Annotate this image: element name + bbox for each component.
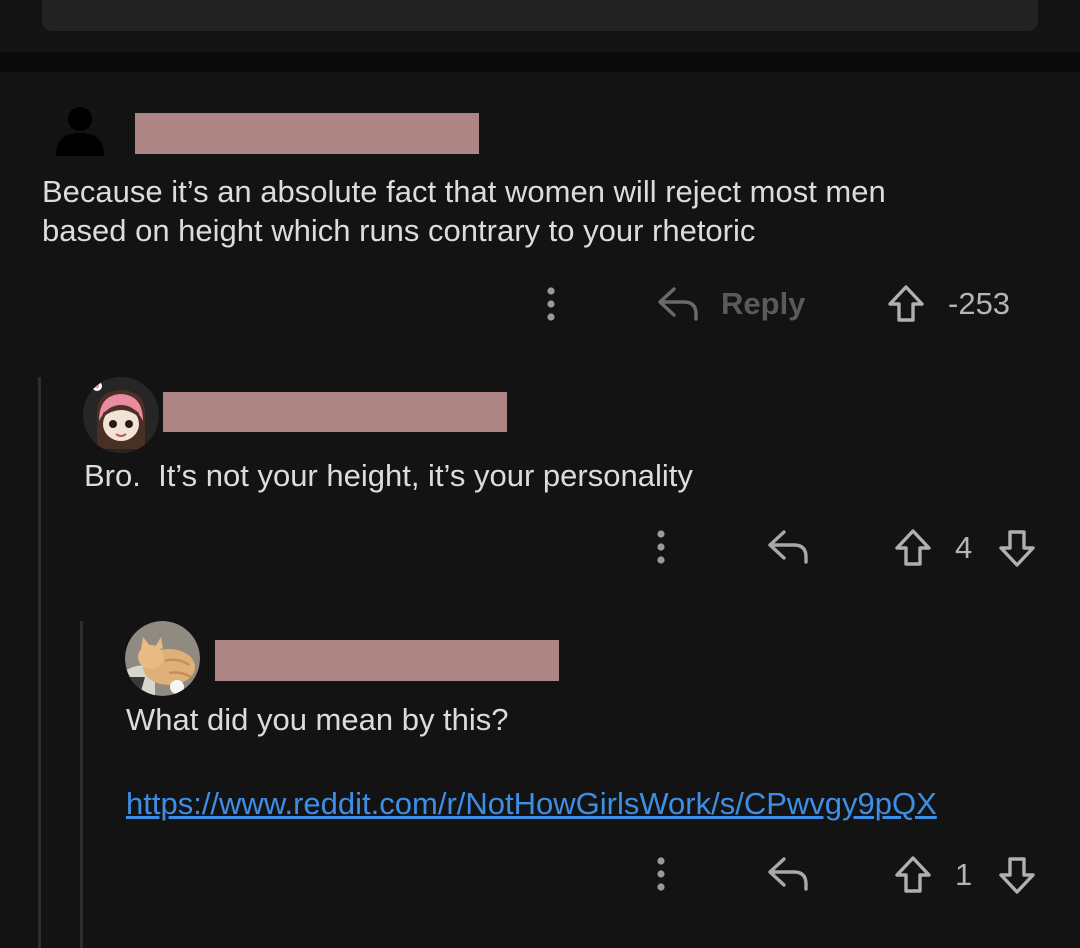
more-options-icon[interactable]: [648, 856, 674, 892]
share-link[interactable]: https://www.reddit.com/r/NotHowGirlsWork…: [126, 784, 937, 823]
vote-score: -253: [948, 286, 1011, 321]
redacted-username[interactable]: [215, 640, 559, 681]
comment-text: Bro. It’s not your height, it’s your per…: [84, 458, 693, 493]
more-options-icon[interactable]: [538, 286, 564, 322]
reply-icon[interactable]: [766, 528, 810, 566]
user-silhouette-icon[interactable]: [54, 104, 106, 156]
upvote-icon[interactable]: [893, 855, 933, 895]
thread-line-level-1[interactable]: [38, 377, 41, 948]
more-options-icon[interactable]: [648, 529, 674, 565]
comment-text: What did you mean by this?: [126, 702, 509, 737]
comment-thread: Because it’s an absolute fact that women…: [0, 0, 1080, 948]
reply-icon[interactable]: [766, 855, 810, 893]
comment-text-line-1: Because it’s an absolute fact that women…: [42, 174, 886, 209]
downvote-icon[interactable]: [997, 528, 1037, 568]
upvote-icon[interactable]: [893, 528, 933, 568]
reply-icon[interactable]: [656, 285, 700, 323]
reply-button[interactable]: Reply: [721, 286, 805, 322]
section-divider: [0, 52, 1080, 72]
vote-score: 1: [955, 857, 973, 892]
vote-score: 4: [955, 530, 973, 565]
downvote-icon[interactable]: [997, 855, 1037, 895]
upvote-icon[interactable]: [886, 284, 926, 324]
cat-avatar-icon[interactable]: [125, 621, 200, 696]
redacted-username[interactable]: [163, 392, 507, 432]
redacted-username[interactable]: [135, 113, 479, 154]
thread-line-level-2[interactable]: [80, 621, 83, 948]
anime-avatar-icon[interactable]: [83, 377, 159, 453]
previous-post-card[interactable]: [42, 0, 1038, 31]
comment-text-line-2: based on height which runs contrary to y…: [42, 213, 756, 248]
